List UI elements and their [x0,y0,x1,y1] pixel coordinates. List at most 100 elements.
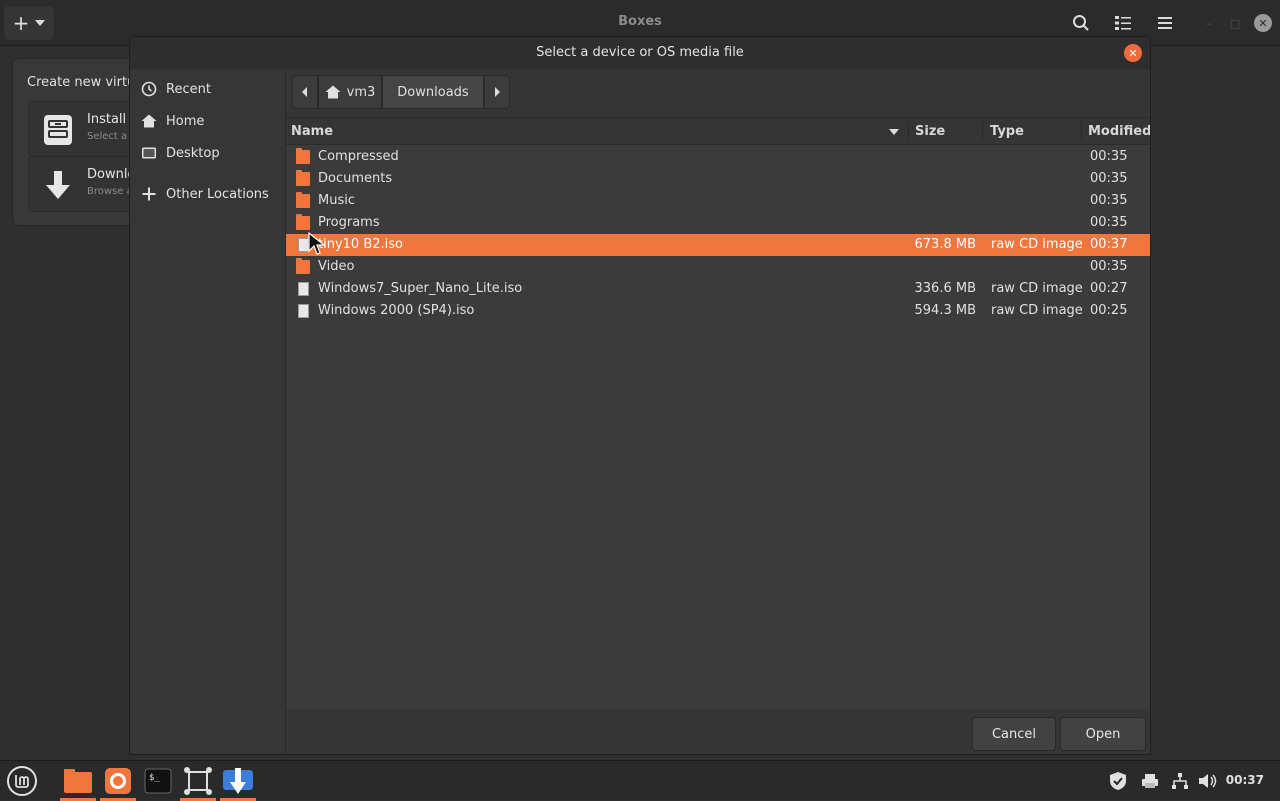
column-header-size[interactable]: Size [915,124,945,139]
close-icon: ✕ [1258,16,1268,30]
sidebar-item-recent[interactable]: Recent [130,75,286,103]
install-media-icon [44,115,72,145]
clock[interactable]: 00:37 [1226,773,1264,787]
column-separator [982,122,983,141]
file-type: raw CD image [991,303,1083,318]
shield-tray-button[interactable] [1108,771,1128,791]
file-size: 594.3 MB [914,303,976,318]
install-label: Install [87,112,127,127]
sidebar-item-desktop[interactable]: Desktop [130,139,286,167]
taskbar-boxes[interactable] [180,765,216,801]
file-modified: 00:37 [1090,237,1128,252]
open-button[interactable]: Open [1060,717,1146,751]
minimize-icon: – [1206,16,1212,30]
file-row-programs[interactable]: Programs 00:35 [286,212,1150,234]
cancel-button[interactable]: Cancel [972,717,1056,751]
list-view-button[interactable] [1112,12,1134,34]
volume-icon [1199,774,1217,788]
home-icon [140,112,158,130]
path-home-label: vm3 [346,84,376,100]
file-name: Compressed [318,149,399,164]
file-row-video[interactable]: Video 00:35 [286,256,1150,278]
path-current-label: Downloads [397,84,469,100]
taskbar-terminal[interactable]: $_ [140,765,176,797]
disc-image-file-icon [298,282,309,296]
taskbar-update-manager[interactable] [220,765,256,801]
sort-down-icon [889,129,899,135]
printer-tray-button[interactable] [1140,771,1160,791]
sidebar-item-label: Recent [166,81,211,97]
popover-title: Create new virtu [27,75,136,90]
file-row-documents[interactable]: Documents 00:35 [286,168,1150,190]
path-back-button[interactable] [292,75,318,109]
file-modified: 00:25 [1090,303,1128,318]
taskbar-files[interactable] [60,765,96,801]
file-modified: 00:35 [1090,259,1128,274]
file-row-windows2000-iso[interactable]: Windows 2000 (SP4).iso 594.3 MB raw CD i… [286,300,1150,322]
file-name: Documents [318,171,393,186]
file-modified: 00:35 [1090,171,1128,186]
sidebar-item-home[interactable]: Home [130,107,286,135]
list-view-icon [1115,16,1131,30]
network-icon [1172,773,1188,789]
hamburger-icon [1158,17,1172,29]
chevron-left-icon [302,87,307,97]
maximize-button[interactable]: □ [1226,14,1244,32]
column-separator [908,122,909,141]
file-row-windows7-iso[interactable]: Windows7_Super_Nano_Lite.iso 336.6 MB ra… [286,278,1150,300]
path-home-button[interactable]: vm3 [318,75,382,109]
file-row-tiny10-iso[interactable]: tiny10 B2.iso 673.8 MB raw CD image 00:3… [286,234,1150,256]
dialog-titlebar: Select a device or OS media file ✕ [130,37,1150,69]
file-list: Name Size Type Modified Compressed 00:35… [286,117,1150,709]
sidebar-item-label: Home [166,113,205,129]
volume-tray-button[interactable] [1198,771,1218,791]
taskbar-firefox[interactable] [100,765,136,801]
boxes-icon [184,767,212,795]
file-name: Video [318,259,355,274]
maximize-icon: □ [1229,16,1241,30]
path-current-button[interactable]: Downloads [382,75,484,109]
file-modified: 00:27 [1090,281,1128,296]
mint-menu-button[interactable] [4,765,40,797]
file-modified: 00:35 [1090,193,1128,208]
download-sublabel: Browse a [87,186,133,197]
sidebar-item-label: Other Locations [166,186,269,202]
desktop-icon [140,144,158,162]
path-forward-button[interactable] [484,75,510,109]
column-header-modified[interactable]: Modified [1088,124,1150,139]
main-menu-button[interactable] [1154,12,1176,34]
sidebar-item-label: Desktop [166,145,220,161]
install-sublabel: Select a [87,131,128,142]
search-button[interactable] [1070,12,1092,34]
file-row-compressed[interactable]: Compressed 00:35 [286,146,1150,168]
dialog-close-button[interactable]: ✕ [1124,44,1142,62]
download-icon [46,171,70,199]
minimize-button[interactable]: – [1200,14,1218,32]
file-type: raw CD image [991,237,1083,252]
close-icon: ✕ [1128,46,1138,60]
file-name: Windows 2000 (SP4).iso [318,303,475,318]
mint-menu-icon [7,766,37,796]
file-name: tiny10 B2.iso [318,237,403,252]
dialog-title: Select a device or OS media file [536,45,744,60]
close-window-button[interactable]: ✕ [1254,14,1272,32]
folder-icon [296,192,310,208]
file-chooser-dialog: Select a device or OS media file ✕ Recen… [129,36,1151,755]
disc-image-file-icon [298,304,309,318]
file-row-music[interactable]: Music 00:35 [286,190,1150,212]
terminal-icon: $_ [144,768,172,794]
home-icon [325,85,341,99]
sidebar-item-other-locations[interactable]: Other Locations [130,180,286,208]
column-header-name[interactable]: Name [291,124,333,139]
plus-icon [140,185,158,203]
column-header: Name Size Type Modified [286,118,1150,145]
shield-icon [1110,772,1126,790]
path-bar: vm3 Downloads [292,75,510,109]
file-modified: 00:35 [1090,215,1128,230]
chevron-right-icon [495,87,500,97]
folder-icon [296,148,310,164]
network-tray-button[interactable] [1170,771,1190,791]
column-header-type[interactable]: Type [990,124,1024,139]
file-name: Programs [318,215,380,230]
search-icon [1073,15,1089,31]
